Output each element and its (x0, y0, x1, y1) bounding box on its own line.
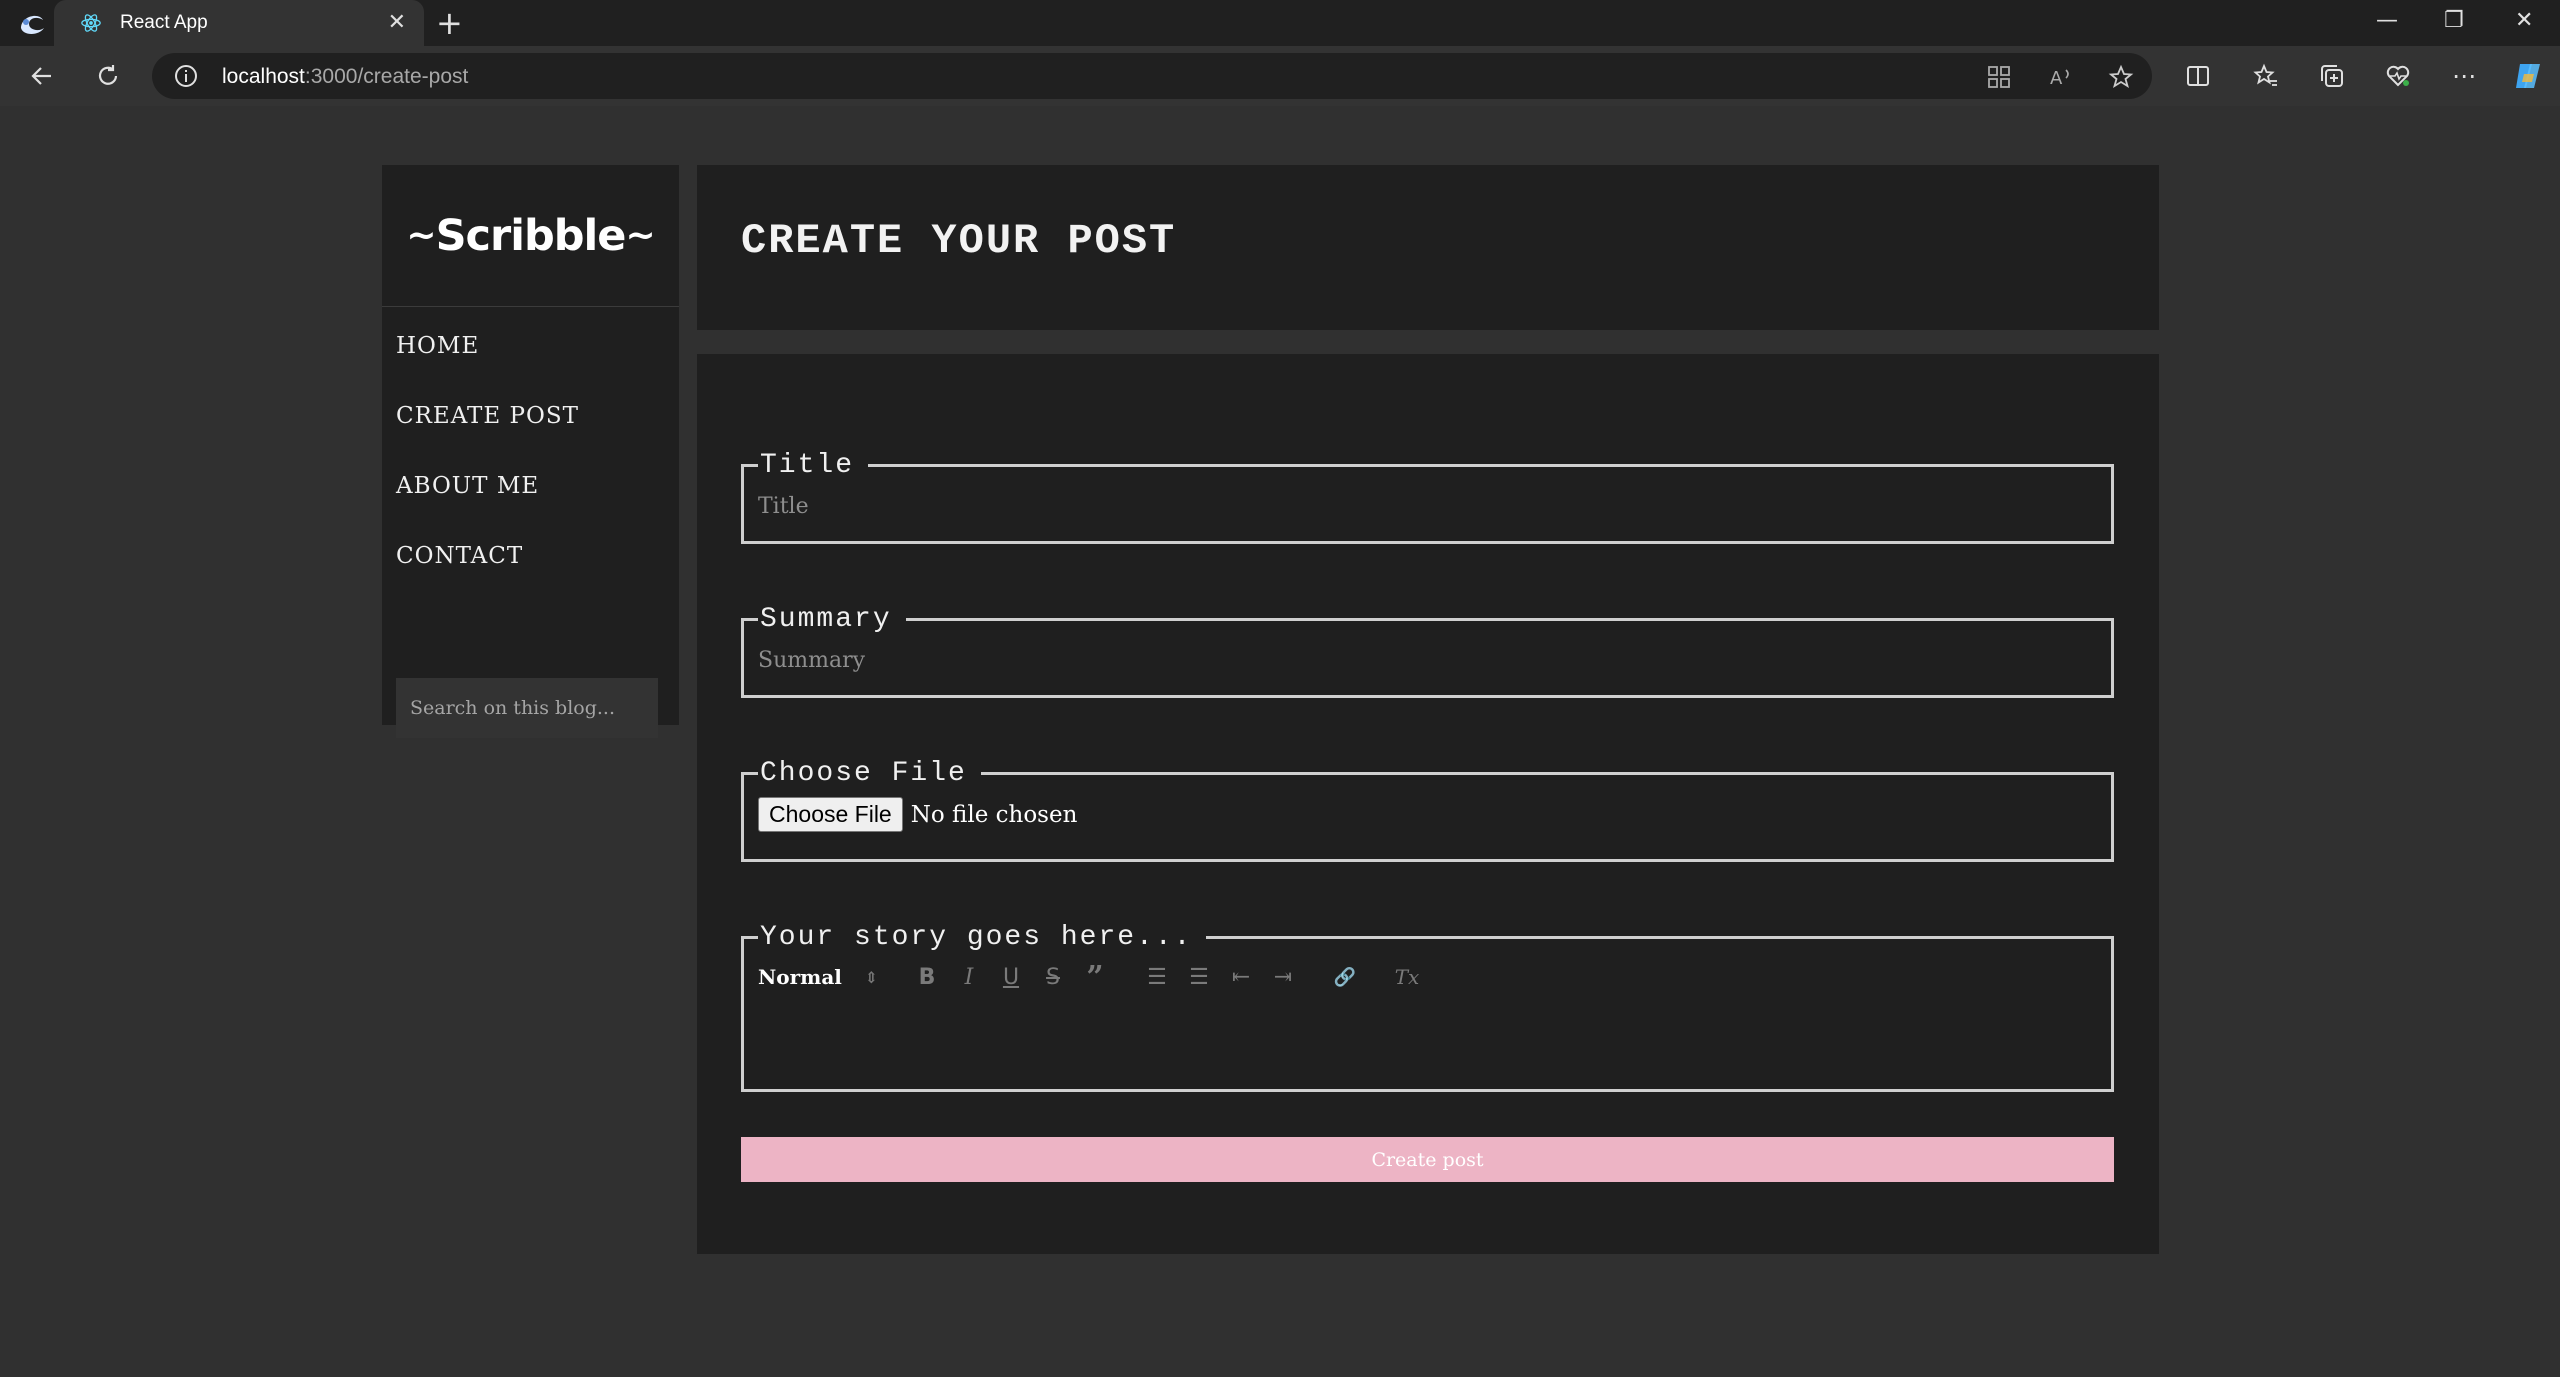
rich-text-toolbar: Normal ⇕ B I U S ” ☰ ☰ ⇤ ⇥ 🔗 Tx (744, 953, 2111, 995)
close-window-button[interactable]: ✕ (2515, 8, 2533, 33)
info-icon[interactable] (174, 64, 198, 88)
summary-input[interactable] (744, 635, 2111, 685)
link-icon[interactable]: 🔗 (1324, 962, 1366, 992)
nav-item-contact[interactable]: CONTACT (382, 539, 679, 609)
page-viewport: ~ Scribble ~ HOME CREATE POST ABOUT ME CON… (5, 106, 2560, 1377)
select-arrows-icon: ⇕ (864, 967, 878, 987)
browser-app-icon[interactable] (14, 8, 50, 38)
summary-fieldset: Summary (741, 604, 2114, 698)
copilot-icon (2516, 64, 2540, 88)
create-post-button[interactable]: Create post (741, 1137, 2114, 1182)
ordered-list-icon[interactable]: ☰ (1136, 962, 1178, 992)
format-select[interactable]: Normal ⇕ (758, 965, 886, 989)
blog-search-input[interactable] (396, 678, 658, 738)
clear-format-icon[interactable]: Tx (1386, 962, 1428, 992)
collections-button[interactable] (2314, 58, 2350, 94)
bullet-list-icon[interactable]: ☰ (1178, 962, 1220, 992)
choose-file-button[interactable]: Choose File (758, 797, 903, 832)
logo-container[interactable]: ~ Scribble ~ (382, 165, 679, 307)
story-fieldset: Your story goes here... Normal ⇕ B I U S… (741, 922, 2114, 1092)
file-input: Choose File No file chosen (744, 789, 2111, 832)
edge-swirl-icon (21, 15, 44, 34)
apps-grid-icon[interactable] (1986, 64, 2012, 90)
underline-icon[interactable]: U (990, 962, 1032, 992)
title-input[interactable] (744, 481, 2111, 531)
bold-icon[interactable]: B (906, 962, 948, 992)
tab-title: React App (120, 12, 208, 33)
file-legend: Choose File (760, 758, 967, 789)
more-options-button[interactable]: ⋯ (2446, 58, 2482, 94)
indent-icon[interactable]: ⇥ (1262, 962, 1304, 992)
collections-icon (2321, 65, 2343, 87)
summary-legend: Summary (760, 604, 892, 635)
outdent-icon[interactable]: ⇤ (1220, 962, 1262, 992)
nav-item-about-me[interactable]: ABOUT ME (382, 469, 679, 539)
heart-pulse-icon (2386, 65, 2410, 87)
refresh-button[interactable] (90, 58, 126, 94)
title-fieldset: Title (741, 450, 2114, 544)
scribble-logo[interactable]: ~ Scribble ~ (406, 211, 655, 261)
browser-toolbar: localhost:3000/create-post A ⋯ (0, 46, 2560, 106)
page-title: CREATE YOUR POST (741, 217, 1177, 265)
blockquote-icon[interactable]: ” (1074, 960, 1116, 995)
nav-item-home[interactable]: HOME (382, 329, 679, 399)
strikethrough-icon[interactable]: S (1032, 962, 1074, 992)
react-icon (81, 14, 101, 32)
favorite-star-icon[interactable] (2108, 64, 2134, 90)
browser-tab-bar: React App ✕ + — ❐ ✕ (0, 0, 2560, 46)
favorites-icon (2253, 63, 2277, 86)
file-fieldset: Choose File Choose File No file chosen (741, 758, 2114, 862)
story-legend: Your story goes here... (760, 922, 1193, 953)
search-container (396, 678, 658, 738)
minimize-button[interactable]: — (2376, 8, 2398, 33)
browser-essentials-button[interactable] (2380, 58, 2416, 94)
restore-button[interactable]: ❐ (2444, 8, 2464, 33)
address-bar[interactable]: localhost:3000/create-post A (152, 53, 2152, 99)
sidebar: ~ Scribble ~ HOME CREATE POST ABOUT ME CON… (382, 165, 679, 738)
svg-text:A: A (2050, 68, 2063, 89)
arrow-left-icon (31, 67, 51, 85)
back-button[interactable] (24, 58, 60, 94)
sidebar-nav: HOME CREATE POST ABOUT ME CONTACT (382, 307, 679, 609)
split-screen-button[interactable] (2180, 58, 2216, 94)
nav-item-create-post[interactable]: CREATE POST (382, 399, 679, 469)
favorites-button[interactable] (2248, 58, 2284, 94)
italic-icon[interactable]: I (948, 962, 990, 992)
create-post-form: Title Summary Choose File Choose File No… (697, 354, 2159, 1254)
url-path: :3000/create-post (304, 65, 469, 88)
new-tab-button[interactable]: + (436, 6, 463, 40)
format-select-value: Normal (758, 965, 842, 989)
file-status-text: No file chosen (910, 801, 1078, 828)
url-host: localhost (222, 65, 305, 88)
page-header: CREATE YOUR POST (697, 165, 2159, 330)
refresh-icon (98, 65, 118, 85)
tab-close-icon[interactable]: ✕ (388, 11, 406, 35)
active-tab[interactable]: React App ✕ (54, 0, 424, 46)
title-legend: Title (760, 450, 855, 481)
split-screen-icon (2187, 66, 2209, 86)
copilot-button[interactable] (2510, 58, 2546, 94)
url-text: localhost:3000/create-post (222, 65, 468, 89)
read-aloud-icon[interactable]: A (2048, 64, 2074, 90)
